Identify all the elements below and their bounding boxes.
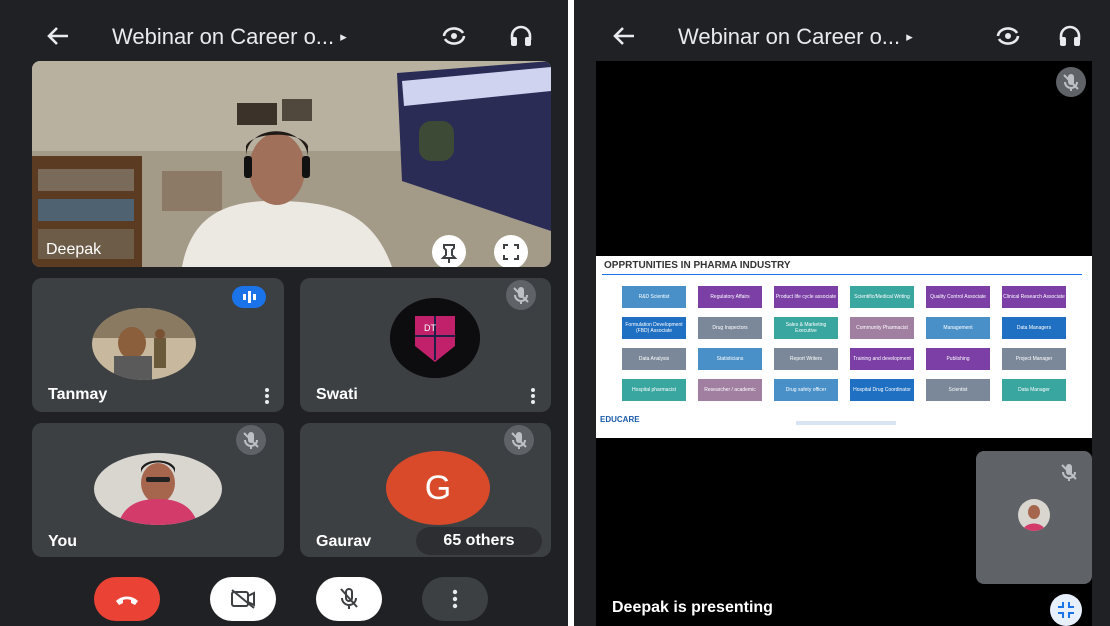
slide-opportunity-cell: Hospital pharmacist <box>622 379 686 401</box>
participant-tile-you[interactable]: You <box>32 423 284 557</box>
muted-mic-icon <box>1056 67 1086 97</box>
switch-camera-icon[interactable] <box>440 22 468 50</box>
slide-opportunity-cell: Clinical Research Associate <box>1002 286 1066 308</box>
meeting-header: Webinar on Career o... ▸ <box>574 14 1110 58</box>
slide-opportunity-cell: Hospital Drug Coordinator <box>850 379 914 401</box>
participant-name: Swati <box>316 386 358 403</box>
slide-opportunity-cell: Quality Control Associate <box>926 286 990 308</box>
main-speaker-video[interactable]: Deepak <box>32 61 551 267</box>
fullscreen-button[interactable] <box>494 235 528 267</box>
meeting-title[interactable]: Webinar on Career o... ▸ <box>678 24 913 50</box>
participant-name: Tanmay <box>48 386 108 403</box>
audio-output-icon[interactable] <box>507 22 535 50</box>
muted-mic-icon <box>236 425 266 455</box>
slide-opportunity-cell: Management <box>926 317 990 339</box>
avatar <box>1018 499 1050 531</box>
slide-opportunity-cell: Training and development <box>850 348 914 370</box>
pin-button[interactable] <box>432 235 466 267</box>
switch-camera-icon[interactable] <box>994 22 1022 50</box>
avatar-initial: G <box>386 451 490 525</box>
more-options-button[interactable] <box>422 577 488 621</box>
slide-heading: OPPRTUNITIES IN PHARMA INDUSTRY <box>604 260 791 271</box>
title-chevron-icon: ▸ <box>906 29 913 44</box>
muted-mic-icon <box>504 425 534 455</box>
end-call-button[interactable] <box>94 577 160 621</box>
slide-opportunity-cell: Publishing <box>926 348 990 370</box>
left-phone-screen: Webinar on Career o... ▸ Deepak Tanmay D… <box>0 0 568 626</box>
participant-tile-tanmay[interactable]: Tanmay <box>32 278 284 412</box>
slide-opportunity-cell: Regulatory Affairs <box>698 286 762 308</box>
slide-opportunity-cell: Project Manager <box>1002 348 1066 370</box>
slide-opportunity-cell: Drug safety officer <box>774 379 838 401</box>
speaking-indicator-icon <box>232 286 266 308</box>
meeting-header: Webinar on Career o... ▸ <box>0 14 568 58</box>
camera-toggle-button[interactable] <box>210 577 276 621</box>
more-vert-icon <box>452 589 458 609</box>
presentation-stage[interactable]: OPPRTUNITIES IN PHARMA INDUSTRY R&D Scie… <box>596 61 1092 626</box>
slide-opportunity-cell: Product life cycle associate <box>774 286 838 308</box>
hang-up-icon <box>116 596 138 605</box>
slide-brand-logo: EDUCARE <box>600 415 640 424</box>
avatar <box>92 308 196 380</box>
back-arrow-icon[interactable] <box>610 22 638 50</box>
slide-opportunity-cell: Researcher / academic <box>698 379 762 401</box>
title-chevron-icon: ▸ <box>340 29 347 44</box>
presentation-slide: OPPRTUNITIES IN PHARMA INDUSTRY R&D Scie… <box>596 256 1092 438</box>
pin-icon <box>440 244 458 263</box>
microphone-toggle-button[interactable] <box>316 577 382 621</box>
slide-opportunity-cell: Scientist <box>926 379 990 401</box>
participant-name: You <box>48 533 78 550</box>
right-phone-screen: Webinar on Career o... ▸ OPPRTUNITIES IN… <box>574 0 1110 626</box>
audio-output-icon[interactable] <box>1056 22 1084 50</box>
muted-mic-icon <box>506 280 536 310</box>
others-count-button[interactable]: 65 others <box>416 527 542 555</box>
presenting-status: Deepak is presenting <box>612 599 773 616</box>
camera-off-icon <box>231 589 255 609</box>
slide-opportunity-cell: Data Manager <box>1002 379 1066 401</box>
slide-divider <box>602 274 1082 275</box>
slide-opportunity-cell: Report Writers <box>774 348 838 370</box>
main-speaker-name: Deepak <box>46 241 102 258</box>
logo-text: DT <box>424 323 436 333</box>
avatar <box>94 453 222 525</box>
self-preview-tile[interactable] <box>976 451 1092 584</box>
slide-opportunity-cell: Data Managers <box>1002 317 1066 339</box>
fullscreen-exit-icon <box>1058 602 1074 618</box>
slide-opportunity-cell: Scientific/Medical Writing <box>850 286 914 308</box>
opportunities-grid: R&D Scientist Regulatory Affairs Product l… <box>622 286 1072 406</box>
fullscreen-icon <box>503 244 519 260</box>
slide-opportunity-cell: Statisticians <box>698 348 762 370</box>
slide-opportunity-cell: Data Analysis <box>622 348 686 370</box>
muted-mic-icon <box>1054 457 1084 487</box>
exit-fullscreen-button[interactable] <box>1050 594 1082 626</box>
participant-name: Gaurav <box>316 533 372 550</box>
slide-footer-bar <box>796 421 896 425</box>
participant-tile-swati[interactable]: DT Swati <box>300 278 551 412</box>
slide-opportunity-cell: Sales & Marketing Executive <box>774 317 838 339</box>
meeting-title[interactable]: Webinar on Career o... ▸ <box>112 24 347 50</box>
participant-tile-gaurav[interactable]: G Gaurav 65 others <box>300 423 551 557</box>
avatar: DT <box>390 298 480 378</box>
slide-opportunity-cell: Drug Inspectors <box>698 317 762 339</box>
slide-opportunity-cell: Formulation Development (FBD) Associate <box>622 317 686 339</box>
slide-opportunity-cell: Community Pharmacist <box>850 317 914 339</box>
more-options-icon[interactable] <box>262 386 272 406</box>
speaker-video-frame <box>32 61 551 267</box>
more-options-icon[interactable] <box>528 386 538 406</box>
back-arrow-icon[interactable] <box>44 22 72 50</box>
mic-off-icon <box>340 588 358 609</box>
slide-opportunity-cell: R&D Scientist <box>622 286 686 308</box>
